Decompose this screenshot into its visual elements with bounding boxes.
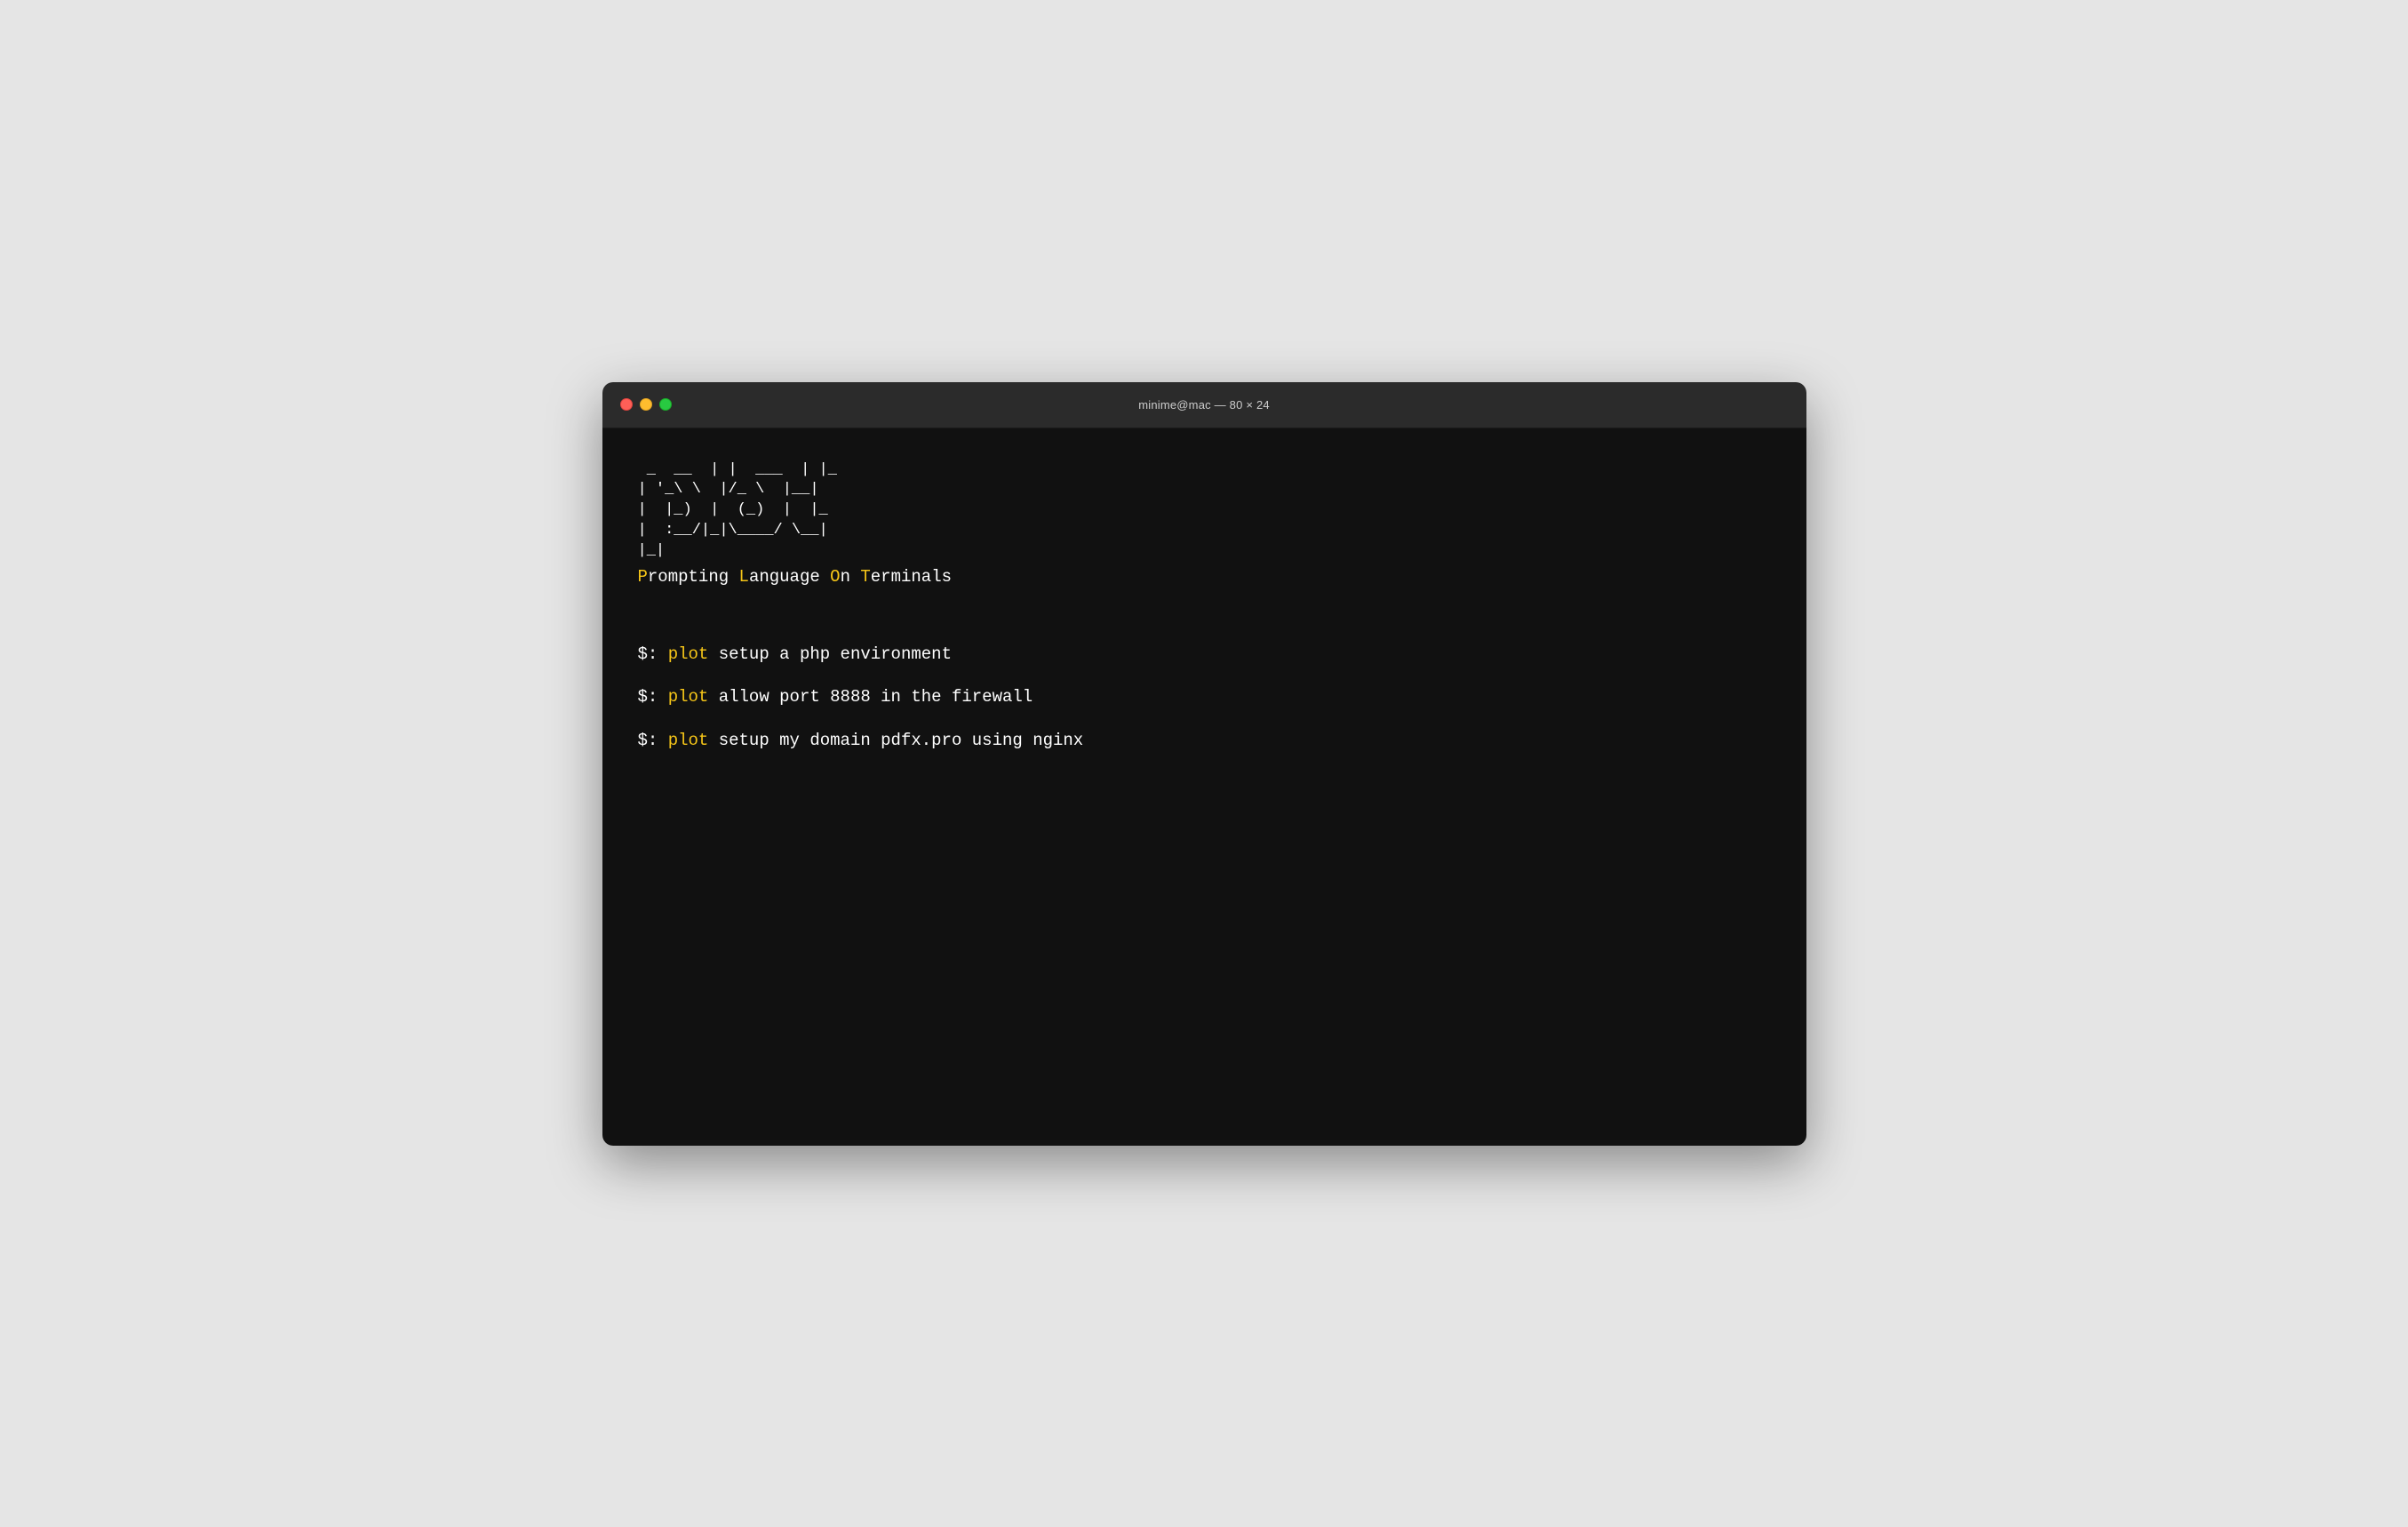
tagline-p: P [638, 567, 648, 587]
tagline-t: T [860, 567, 870, 587]
tagline-rompting: rompting [648, 567, 739, 587]
tagline: Prompting Language On Terminals [638, 565, 1771, 589]
command-line-3: $: plot setup my domain pdfx.pro using n… [638, 729, 1771, 753]
command-line-2: $: plot allow port 8888 in the firewall [638, 685, 1771, 709]
tagline-erminals: erminals [871, 567, 952, 587]
minimize-button[interactable] [640, 398, 652, 411]
tagline-l: L [739, 567, 749, 587]
cmd-args-3: setup my domain pdfx.pro using nginx [708, 731, 1083, 750]
maximize-button[interactable] [659, 398, 672, 411]
terminal-body: _ __ | | ___ | |_ | '_\ \ |/_ \ |__| | |… [602, 428, 1806, 1146]
cmd-name-3: plot [668, 731, 709, 750]
titlebar: minime@mac — 80 × 24 [602, 382, 1806, 428]
window-title: minime@mac — 80 × 24 [1138, 398, 1270, 412]
cmd-name-1: plot [668, 644, 709, 664]
close-button[interactable] [620, 398, 633, 411]
prompt-1: $: [638, 644, 668, 664]
ascii-art-logo: _ __ | | ___ | |_ | '_\ \ |/_ \ |__| | |… [638, 460, 1771, 563]
cmd-name-2: plot [668, 687, 709, 707]
cmd-args-1: setup a php environment [708, 644, 952, 664]
commands-section: $: plot setup a php environment $: plot … [638, 643, 1771, 753]
traffic-lights [620, 398, 672, 411]
command-line-1: $: plot setup a php environment [638, 643, 1771, 667]
tagline-n: n [841, 567, 861, 587]
tagline-anguage: anguage [749, 567, 830, 587]
prompt-2: $: [638, 687, 668, 707]
terminal-window: minime@mac — 80 × 24 _ __ | | ___ | |_ |… [602, 382, 1806, 1146]
prompt-3: $: [638, 731, 668, 750]
cmd-args-2: allow port 8888 in the firewall [708, 687, 1033, 707]
tagline-o: O [830, 567, 840, 587]
